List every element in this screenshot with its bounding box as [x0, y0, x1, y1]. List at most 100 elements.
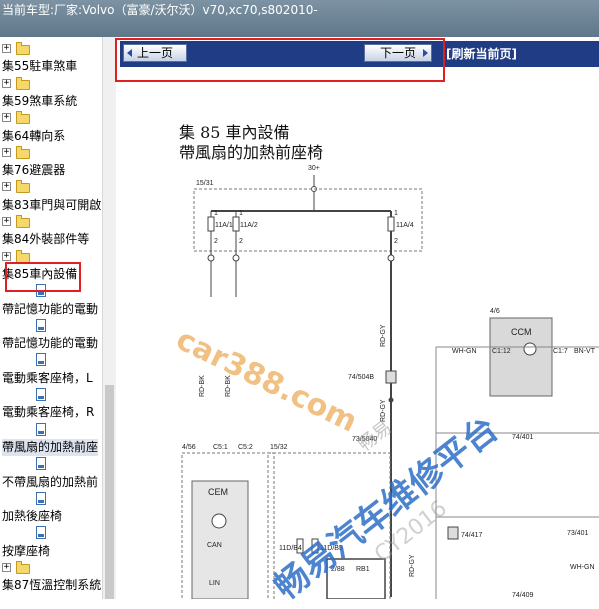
tree-folder-node[interactable]: + [0, 560, 102, 577]
wiring-diagram: 30+ 15/31 1 1 1 2 2 2 11A/1 11A/2 11A/4 … [181, 165, 599, 599]
tree-doc-node[interactable] [0, 491, 102, 508]
wire-rd-bk-2: RD-BK [225, 375, 232, 397]
document-icon [36, 422, 46, 436]
label-15-31: 15/31 [196, 180, 214, 187]
pin-2b: 2 [239, 238, 243, 245]
tree-folder-node[interactable]: + [0, 41, 102, 58]
tree-doc-node[interactable] [0, 525, 102, 542]
refresh-page-link[interactable]: [刷新当前页] [446, 45, 517, 62]
tree-item-label: 集59煞車系統 [2, 93, 78, 108]
vehicle-prefix: 当前车型: [2, 3, 55, 17]
vehicle-name: 厂家:Volvo（富豪/沃尔沃）v70,xc70,s802010- [54, 3, 318, 17]
label-wh-gn-1: WH-GN [452, 348, 477, 355]
tree-item[interactable]: 集87恆溫控制系統 [0, 577, 102, 594]
document-icon [36, 284, 46, 298]
tree-folder-node[interactable]: + [0, 179, 102, 196]
tree-item[interactable]: 集59煞車系統 [0, 93, 102, 110]
sidebar: + 集55駐車煞車 + 集59煞車系統 + 集64轉向系 + 集76避震器 + 集83車門與可開啟… [0, 37, 116, 599]
wire-rd-gy-3: RD-GY [409, 554, 416, 577]
expand-icon[interactable]: + [2, 113, 11, 123]
tree-item-label: 不帶風扇的加熱前 [2, 474, 99, 489]
tree-item[interactable]: 集55駐車煞車 [0, 58, 102, 75]
tree-folder-node[interactable]: + [0, 110, 102, 127]
tree-item[interactable]: 電動乘客座椅，R [0, 404, 102, 421]
tree-folder-node[interactable]: + [0, 76, 102, 93]
label-4-6: 4/6 [490, 308, 500, 315]
expand-icon[interactable]: + [2, 217, 11, 226]
tree-doc-node[interactable] [0, 283, 102, 300]
tree-doc-node[interactable] [0, 352, 102, 369]
pin-1b: 1 [239, 210, 243, 217]
expand-icon[interactable]: + [2, 251, 11, 261]
pin-1c: 1 [394, 210, 398, 217]
tree-doc-node[interactable] [0, 422, 102, 439]
document-icon [36, 457, 46, 471]
tree-item-label: 集84外裝部件等 [2, 232, 90, 247]
label-bn-vt: BN-VT [574, 348, 596, 355]
arrow-right-icon [423, 49, 428, 57]
label-c5-2: C5:2 [238, 444, 253, 451]
tree-item[interactable]: 集84外裝部件等 [0, 231, 102, 248]
label-c1-12: C1:12 [492, 348, 511, 355]
folder-icon [16, 561, 30, 574]
label-cem: CEM [208, 487, 228, 497]
tree-folder-node[interactable]: + [0, 214, 102, 231]
tree-item[interactable]: 集76避震器 [0, 162, 102, 179]
tree-item[interactable]: 帶記憶功能的電動 [0, 335, 102, 352]
prev-page-button[interactable]: 上一页 [123, 44, 187, 62]
pin-2a: 2 [214, 238, 218, 245]
pin-1a: 1 [214, 210, 218, 217]
document-icon [36, 491, 46, 505]
document-view: 上一页 下一页 [刷新当前页] 集 85 車內設備 帶風扇的加熱前座椅 30+ … [116, 37, 599, 599]
tree-item[interactable]: 帶記憶功能的電動 [0, 301, 102, 318]
tree-doc-node[interactable] [0, 387, 102, 404]
expand-icon[interactable]: + [2, 44, 11, 53]
tree-item[interactable]: 帶風扇的加熱前座 [0, 438, 102, 456]
tree-item[interactable]: 不帶風扇的加熱前 [0, 474, 102, 491]
label-73-5040: 73/5040 [352, 436, 377, 443]
document-icon [36, 353, 46, 367]
tree-item[interactable]: 按摩座椅 [0, 543, 102, 560]
wire-rd-bk-1: RD-BK [199, 375, 206, 397]
tree-item-label: 集76避震器 [2, 163, 66, 178]
tree-item-label: 集87恆溫控制系統 [2, 578, 102, 593]
tree-item[interactable]: 加熱後座椅 [0, 508, 102, 525]
label-fuse-2: 11A/2 [240, 222, 258, 229]
chapter-tree: + 集55駐車煞車 + 集59煞車系統 + 集64轉向系 + 集76避震器 + 集83車門與可開啟… [0, 37, 102, 599]
tree-item-label: 帶風扇的加熱前座 [2, 438, 99, 456]
folder-icon [16, 76, 30, 90]
expand-icon[interactable]: + [2, 563, 11, 572]
label-4-56: 4/56 [182, 444, 196, 451]
arrow-left-icon [127, 49, 132, 57]
tree-item[interactable]: 集64轉向系 [0, 128, 102, 145]
sidebar-scrollbar[interactable] [102, 37, 116, 599]
tree-item[interactable]: 電動乘客座椅，L [0, 370, 102, 387]
label-73-401: 73/401 [567, 530, 589, 537]
label-74-417: 74/417 [461, 532, 483, 539]
tree-item-label: 帶記憶功能的電動 [2, 336, 99, 351]
next-page-button[interactable]: 下一页 [364, 44, 432, 62]
tree-item[interactable]: 集85車內設備 [0, 266, 102, 283]
tree-folder-node[interactable]: + [0, 249, 102, 266]
folder-icon [16, 42, 30, 55]
pin-2c: 2 [394, 238, 398, 245]
tree-item-label: 按摩座椅 [2, 543, 51, 558]
label-wh-gn-2: WH-GN [570, 564, 595, 571]
label-ccm: CCM [511, 327, 532, 337]
label-74-409: 74/409 [512, 592, 534, 599]
tree-item[interactable]: 集83車門與可開啟 [0, 197, 102, 214]
tree-item-label: 電動乘客座椅，L [2, 370, 93, 385]
tree-item-label: 集64轉向系 [2, 128, 66, 143]
folder-icon [16, 145, 30, 159]
tree-doc-node[interactable] [0, 456, 102, 473]
tree-doc-node[interactable] [0, 318, 102, 335]
label-fuse-b4: 11D/B4 [279, 545, 302, 552]
label-fuse-1: 11A/1 [215, 222, 233, 229]
expand-icon[interactable]: + [2, 78, 11, 88]
scroll-thumb[interactable] [105, 385, 114, 599]
expand-icon[interactable]: + [2, 182, 11, 192]
expand-icon[interactable]: + [2, 147, 11, 157]
tree-item-label: 帶記憶功能的電動 [2, 301, 99, 316]
label-74-504b: 74/504B [348, 374, 374, 381]
tree-folder-node[interactable]: + [0, 145, 102, 162]
